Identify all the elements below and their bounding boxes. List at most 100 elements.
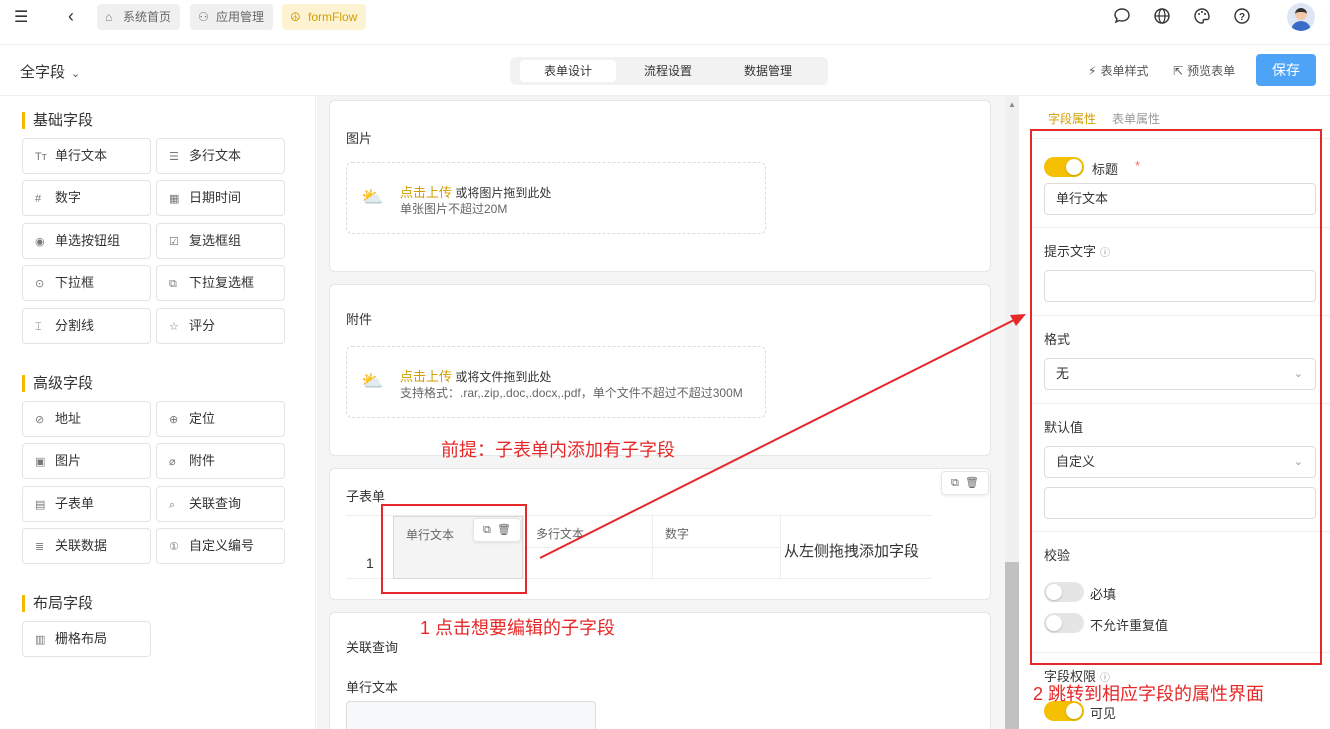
delete-icon[interactable]: 🗑 <box>965 477 979 489</box>
calendar-icon: ▦ <box>169 193 180 205</box>
drag-hint-text: 从左侧拖拽添加字段 <box>784 543 920 560</box>
field-label: 关联查询 <box>346 640 399 655</box>
cloud-upload-icon: ⛅ <box>361 371 384 391</box>
peace-icon: ☮ <box>290 10 301 24</box>
hash-icon: # <box>35 193 42 205</box>
chevron-down-icon: ⌄ <box>71 68 81 80</box>
file-upload-dropzone[interactable]: ⛅ 点击上传 或将文件拖到此处 支持格式：.rar,.zip,.doc,.doc… <box>346 346 766 418</box>
star-icon: ☆ <box>169 321 179 333</box>
group-title-advanced: 高级字段 <box>22 375 93 392</box>
field-grid-layout[interactable]: ▥ 栅格布局 <box>22 621 151 657</box>
help-icon[interactable]: ? <box>1232 7 1252 27</box>
external-link-icon: ⇱ <box>1173 64 1184 78</box>
dropdown-icon: ⊙ <box>35 278 45 290</box>
designer-tabs: 表单设计 流程设置 数据管理 <box>510 57 828 85</box>
text-icon: Tт <box>35 151 47 163</box>
subfield-column-multi-line-text[interactable]: 多行文本 <box>523 516 652 579</box>
field-label: 图片 <box>346 131 373 146</box>
radio-icon: ◉ <box>35 236 45 248</box>
tab-data-management[interactable]: 数据管理 <box>720 60 816 82</box>
preview-form-button[interactable]: ⇱ 预览表单 <box>1173 62 1235 79</box>
designer-toolbar: 全字段 ⌄ 表单设计 流程设置 数据管理 ⚡ 表单样式 ⇱ 预览表单 保存 <box>0 46 1330 96</box>
field-label: 子表单 <box>346 489 386 504</box>
attachment-field-card[interactable]: 附件 ⛅ 点击上传 或将文件拖到此处 支持格式：.rar,.zip,.doc,.… <box>329 284 991 456</box>
number-circle-icon: ① <box>169 541 179 553</box>
field-related-data[interactable]: ≣ 关联数据 <box>22 528 151 564</box>
field-image[interactable]: ▣ 图片 <box>22 443 151 479</box>
multiline-icon: ☰ <box>169 151 179 163</box>
annotation-premise: 前提：子表单内添加有子字段 <box>441 440 675 460</box>
menu-fold-icon[interactable]: ☰ <box>14 9 34 27</box>
field-checkbox-group[interactable]: ☑ 复选框组 <box>156 223 285 259</box>
nav-tab-formflow[interactable]: ☮ formFlow <box>282 4 367 30</box>
paperclip-icon: ⌀ <box>169 456 176 468</box>
top-bar: ☰ ‹ ⌂ 系统首页 ⚇ 应用管理 ☮ formFlow ? <box>0 0 1330 45</box>
column-header: 多行文本 <box>536 527 585 541</box>
field-label: 附件 <box>346 312 373 327</box>
field-rating[interactable]: ☆ 评分 <box>156 308 285 344</box>
home-icon: ⌂ <box>105 10 113 24</box>
field-single-line-text[interactable]: Tт 单行文本 <box>22 138 151 174</box>
back-arrow-icon[interactable]: ‹ <box>68 6 74 27</box>
field-location[interactable]: ⊕ 定位 <box>156 401 285 437</box>
highlight-box-subfield <box>381 504 527 594</box>
grid-icon: ▥ <box>35 634 46 646</box>
tab-form-properties[interactable]: 表单属性 <box>1112 110 1160 127</box>
upload-limit-text: 单张图片不超过20M <box>400 202 508 216</box>
field-related-query[interactable]: ⌕ 关联查询 <box>156 486 285 522</box>
image-field-card[interactable]: 图片 ⛅ 点击上传 或将图片拖到此处 单张图片不超过20M <box>329 100 991 272</box>
field-dropdown[interactable]: ⊙ 下拉框 <box>22 265 151 301</box>
upload-link[interactable]: 点击上传 <box>400 185 452 200</box>
field-multi-line-text[interactable]: ☰ 多行文本 <box>156 138 285 174</box>
globe-icon[interactable] <box>1152 7 1172 27</box>
database-icon: ≣ <box>35 541 45 553</box>
highlight-box-properties <box>1030 129 1322 665</box>
field-radio-group[interactable]: ◉ 单选按钮组 <box>22 223 151 259</box>
scroll-up-arrow-icon[interactable]: ▲ <box>1008 100 1016 109</box>
cloud-upload-icon: ⛅ <box>361 187 384 207</box>
field-datetime[interactable]: ▦ 日期时间 <box>156 180 285 216</box>
nav-tab-home[interactable]: ⌂ 系统首页 <box>97 4 181 30</box>
upload-link[interactable]: 点击上传 <box>400 369 452 384</box>
checkbox-icon: ☑ <box>169 236 179 248</box>
save-button[interactable]: 保存 <box>1256 54 1316 86</box>
compass-icon: ⊘ <box>35 414 45 426</box>
field-address[interactable]: ⊘ 地址 <box>22 401 151 437</box>
magic-wand-icon: ⚡ <box>1088 64 1097 78</box>
field-dropdown-multi[interactable]: ⧉ 下拉复选框 <box>156 265 285 301</box>
field-subform[interactable]: ▤ 子表单 <box>22 486 151 522</box>
field-attachment[interactable]: ⌀ 附件 <box>156 443 285 479</box>
avatar[interactable] <box>1287 3 1315 31</box>
copy-icon[interactable]: ⧉ <box>951 477 959 489</box>
tab-form-design[interactable]: 表单设计 <box>520 60 616 82</box>
field-divider[interactable]: ⌶ 分割线 <box>22 308 151 344</box>
nav-tab-apps[interactable]: ⚇ 应用管理 <box>190 4 274 30</box>
related-query-input[interactable] <box>346 701 596 729</box>
annotation-step-2: 2 跳转到相应字段的属性界面 <box>1033 684 1265 704</box>
image-icon: ▣ <box>35 456 46 468</box>
field-custom-number[interactable]: ① 自定义编号 <box>156 528 285 564</box>
palette-icon[interactable] <box>1192 7 1212 27</box>
tab-flow-settings[interactable]: 流程设置 <box>620 60 716 82</box>
field-number[interactable]: # 数字 <box>22 180 151 216</box>
image-upload-dropzone[interactable]: ⛅ 点击上传 或将图片拖到此处 单张图片不超过20M <box>346 162 766 234</box>
column-header: 数字 <box>665 527 690 541</box>
multi-select-icon: ⧉ <box>169 278 177 290</box>
search-icon: ⌕ <box>169 499 176 511</box>
group-title-layout: 布局字段 <box>22 595 93 612</box>
subfield-column-number[interactable]: 数字 <box>652 516 781 579</box>
field-filter-select[interactable]: 全字段 ⌄ <box>20 61 80 82</box>
annotation-step-1: 1 点击想要编辑的子字段 <box>420 618 616 638</box>
message-icon[interactable] <box>1112 7 1132 27</box>
card-actions: ⧉ 🗑 <box>941 471 989 495</box>
divider-icon: ⌶ <box>35 321 42 333</box>
row-number: 1 <box>366 555 374 571</box>
form-style-button[interactable]: ⚡ 表单样式 <box>1088 62 1148 79</box>
group-title-basic: 基础字段 <box>22 112 93 129</box>
canvas-scrollbar-thumb[interactable] <box>1005 562 1019 729</box>
apps-icon: ⚇ <box>198 10 209 24</box>
svg-text:?: ? <box>1239 12 1245 23</box>
field-palette: 基础字段 Tт 单行文本 ☰ 多行文本 # 数字 ▦ 日期时间 ◉ 单选按钮组 ☑ 复选框组… <box>0 96 316 729</box>
tab-field-properties[interactable]: 字段属性 <box>1048 110 1096 127</box>
table-icon: ▤ <box>35 499 46 511</box>
